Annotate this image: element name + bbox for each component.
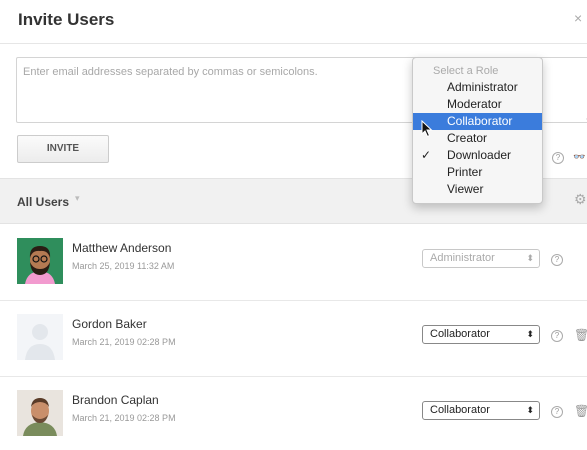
- role-option-downloader[interactable]: ✓ Downloader: [413, 147, 542, 164]
- user-date: March 21, 2019 02:28 PM: [72, 337, 176, 347]
- user-name: Brandon Caplan: [72, 393, 159, 407]
- role-select-value: Collaborator: [430, 328, 490, 340]
- avatar: [17, 314, 63, 360]
- role-select: Administrator ⬍: [422, 249, 540, 268]
- avatar-illustration-icon: [17, 238, 63, 284]
- invite-help-icon[interactable]: ?: [552, 152, 564, 164]
- user-row: Gordon Baker March 21, 2019 02:28 PM Col…: [0, 301, 587, 377]
- checkmark-icon: ✓: [421, 148, 432, 162]
- avatar: [17, 390, 63, 436]
- role-select-value: Administrator: [430, 252, 495, 264]
- role-option-label: Viewer: [447, 182, 484, 196]
- trash-icon[interactable]: 🗑: [574, 404, 587, 418]
- chevron-down-icon[interactable]: ▾: [75, 193, 80, 204]
- help-icon[interactable]: ?: [551, 330, 563, 342]
- select-arrows-icon: ⬍: [526, 253, 534, 263]
- role-select[interactable]: Collaborator ⬍: [422, 401, 540, 420]
- dialog-header: Invite Users ×: [0, 0, 587, 44]
- role-option-label: Administrator: [447, 80, 518, 94]
- user-row: Brandon Caplan March 21, 2019 02:28 PM C…: [0, 377, 587, 450]
- dialog-title: Invite Users: [18, 10, 115, 29]
- role-option-label: Printer: [447, 165, 483, 179]
- select-arrows-icon: ⬍: [526, 329, 534, 339]
- select-arrows-icon: ⬍: [526, 405, 534, 415]
- invite-button[interactable]: INVITE: [17, 135, 109, 163]
- help-icon[interactable]: ?: [551, 406, 563, 418]
- role-select-value: Collaborator: [430, 404, 490, 416]
- user-date: March 21, 2019 02:28 PM: [72, 413, 176, 423]
- user-name: Matthew Anderson: [72, 241, 172, 255]
- role-select[interactable]: Collaborator ⬍: [422, 325, 540, 344]
- avatar-photo-icon: [17, 390, 63, 436]
- help-icon[interactable]: ?: [551, 254, 563, 266]
- role-option-label: Collaborator: [447, 114, 513, 128]
- glasses-icon[interactable]: 👓: [573, 152, 585, 163]
- role-option-administrator[interactable]: Administrator: [413, 79, 542, 96]
- role-option-moderator[interactable]: Moderator: [413, 96, 542, 113]
- role-menu-header: Select a Role: [433, 65, 499, 77]
- close-icon[interactable]: ×: [574, 10, 582, 26]
- role-option-viewer[interactable]: Viewer: [413, 181, 542, 198]
- role-option-label: Creator: [447, 131, 488, 145]
- resize-handle-icon[interactable]: [581, 108, 587, 120]
- user-row: Matthew Anderson March 25, 2019 11:32 AM…: [0, 225, 587, 301]
- gear-icon[interactable]: ⚙: [574, 191, 587, 208]
- trash-icon[interactable]: 🗑: [574, 328, 587, 342]
- role-option-label: Moderator: [447, 97, 502, 111]
- avatar-placeholder-icon: [17, 314, 63, 360]
- role-option-printer[interactable]: Printer: [413, 164, 542, 181]
- role-option-label: Downloader: [447, 148, 512, 162]
- avatar: [17, 238, 63, 284]
- email-input-placeholder: Enter email addresses separated by comma…: [23, 66, 318, 78]
- user-name: Gordon Baker: [72, 317, 147, 331]
- user-filter-label[interactable]: All Users: [17, 195, 69, 209]
- user-date: March 25, 2019 11:32 AM: [72, 261, 175, 271]
- mouse-cursor-icon: [421, 120, 433, 138]
